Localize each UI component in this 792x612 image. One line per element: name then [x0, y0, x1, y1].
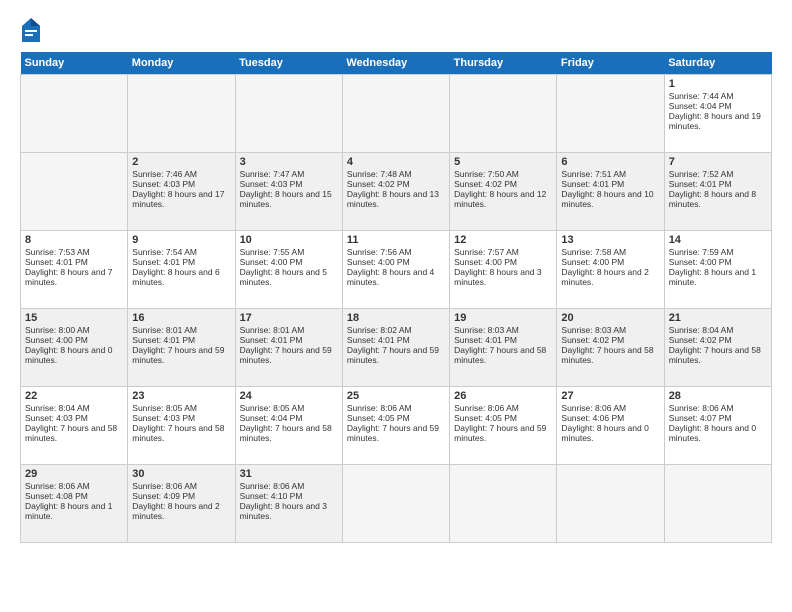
calendar-cell-empty	[450, 75, 557, 153]
calendar-cell-day-12: 12Sunrise: 7:57 AMSunset: 4:00 PMDayligh…	[450, 231, 557, 309]
calendar-cell-day-22: 22Sunrise: 8:04 AMSunset: 4:03 PMDayligh…	[21, 387, 128, 465]
calendar-cell-day-3: 3Sunrise: 7:47 AMSunset: 4:03 PMDaylight…	[235, 153, 342, 231]
calendar-cell-day-4: 4Sunrise: 7:48 AMSunset: 4:02 PMDaylight…	[342, 153, 449, 231]
calendar-row-week4: 15Sunrise: 8:00 AMSunset: 4:00 PMDayligh…	[21, 309, 772, 387]
logo	[20, 16, 45, 44]
calendar-cell-empty	[557, 75, 664, 153]
calendar-cell-day-27: 27Sunrise: 8:06 AMSunset: 4:06 PMDayligh…	[557, 387, 664, 465]
calendar-cell-day-9: 9Sunrise: 7:54 AMSunset: 4:01 PMDaylight…	[128, 231, 235, 309]
calendar-cell-day-6: 6Sunrise: 7:51 AMSunset: 4:01 PMDaylight…	[557, 153, 664, 231]
page-header	[20, 16, 772, 44]
calendar-header-row: SundayMondayTuesdayWednesdayThursdayFrid…	[21, 52, 772, 75]
calendar-header-friday: Friday	[557, 52, 664, 75]
calendar-cell-empty	[342, 465, 449, 543]
calendar-table: SundayMondayTuesdayWednesdayThursdayFrid…	[20, 52, 772, 543]
calendar-cell-day-19: 19Sunrise: 8:03 AMSunset: 4:01 PMDayligh…	[450, 309, 557, 387]
calendar-cell-day-1: 1Sunrise: 7:44 AMSunset: 4:04 PMDaylight…	[664, 75, 771, 153]
calendar-cell-day-16: 16Sunrise: 8:01 AMSunset: 4:01 PMDayligh…	[128, 309, 235, 387]
calendar-cell-day-26: 26Sunrise: 8:06 AMSunset: 4:05 PMDayligh…	[450, 387, 557, 465]
calendar-cell-day-11: 11Sunrise: 7:56 AMSunset: 4:00 PMDayligh…	[342, 231, 449, 309]
calendar-header-wednesday: Wednesday	[342, 52, 449, 75]
calendar-row-week3: 8Sunrise: 7:53 AMSunset: 4:01 PMDaylight…	[21, 231, 772, 309]
calendar-cell-day-8: 8Sunrise: 7:53 AMSunset: 4:01 PMDaylight…	[21, 231, 128, 309]
calendar-header-thursday: Thursday	[450, 52, 557, 75]
calendar-cell-day-31: 31Sunrise: 8:06 AMSunset: 4:10 PMDayligh…	[235, 465, 342, 543]
calendar-header-tuesday: Tuesday	[235, 52, 342, 75]
calendar-header-sunday: Sunday	[21, 52, 128, 75]
calendar-cell-day-15: 15Sunrise: 8:00 AMSunset: 4:00 PMDayligh…	[21, 309, 128, 387]
calendar-cell-empty	[557, 465, 664, 543]
calendar-cell-day-24: 24Sunrise: 8:05 AMSunset: 4:04 PMDayligh…	[235, 387, 342, 465]
calendar-cell-empty	[21, 75, 128, 153]
calendar-cell-empty	[664, 465, 771, 543]
calendar-cell-day-10: 10Sunrise: 7:55 AMSunset: 4:00 PMDayligh…	[235, 231, 342, 309]
calendar-cell-empty	[128, 75, 235, 153]
calendar-cell-day-18: 18Sunrise: 8:02 AMSunset: 4:01 PMDayligh…	[342, 309, 449, 387]
logo-icon	[20, 16, 42, 44]
calendar-cell-day-7: 7Sunrise: 7:52 AMSunset: 4:01 PMDaylight…	[664, 153, 771, 231]
calendar-row-week2: 2Sunrise: 7:46 AMSunset: 4:03 PMDaylight…	[21, 153, 772, 231]
calendar-cell-empty	[21, 153, 128, 231]
calendar-cell-day-13: 13Sunrise: 7:58 AMSunset: 4:00 PMDayligh…	[557, 231, 664, 309]
calendar-cell-day-30: 30Sunrise: 8:06 AMSunset: 4:09 PMDayligh…	[128, 465, 235, 543]
calendar-cell-empty	[450, 465, 557, 543]
calendar-row-week6: 29Sunrise: 8:06 AMSunset: 4:08 PMDayligh…	[21, 465, 772, 543]
calendar-row-week5: 22Sunrise: 8:04 AMSunset: 4:03 PMDayligh…	[21, 387, 772, 465]
calendar-row-week1: 1Sunrise: 7:44 AMSunset: 4:04 PMDaylight…	[21, 75, 772, 153]
calendar-header-monday: Monday	[128, 52, 235, 75]
calendar-cell-day-2: 2Sunrise: 7:46 AMSunset: 4:03 PMDaylight…	[128, 153, 235, 231]
calendar-cell-empty	[235, 75, 342, 153]
calendar-header-saturday: Saturday	[664, 52, 771, 75]
calendar-cell-day-14: 14Sunrise: 7:59 AMSunset: 4:00 PMDayligh…	[664, 231, 771, 309]
calendar-cell-day-17: 17Sunrise: 8:01 AMSunset: 4:01 PMDayligh…	[235, 309, 342, 387]
calendar-cell-day-29: 29Sunrise: 8:06 AMSunset: 4:08 PMDayligh…	[21, 465, 128, 543]
calendar-cell-day-21: 21Sunrise: 8:04 AMSunset: 4:02 PMDayligh…	[664, 309, 771, 387]
calendar-cell-day-20: 20Sunrise: 8:03 AMSunset: 4:02 PMDayligh…	[557, 309, 664, 387]
calendar-cell-day-28: 28Sunrise: 8:06 AMSunset: 4:07 PMDayligh…	[664, 387, 771, 465]
calendar-body: 1Sunrise: 7:44 AMSunset: 4:04 PMDaylight…	[21, 75, 772, 543]
calendar-cell-day-5: 5Sunrise: 7:50 AMSunset: 4:02 PMDaylight…	[450, 153, 557, 231]
calendar-cell-day-25: 25Sunrise: 8:06 AMSunset: 4:05 PMDayligh…	[342, 387, 449, 465]
calendar-cell-empty	[342, 75, 449, 153]
calendar-cell-day-23: 23Sunrise: 8:05 AMSunset: 4:03 PMDayligh…	[128, 387, 235, 465]
